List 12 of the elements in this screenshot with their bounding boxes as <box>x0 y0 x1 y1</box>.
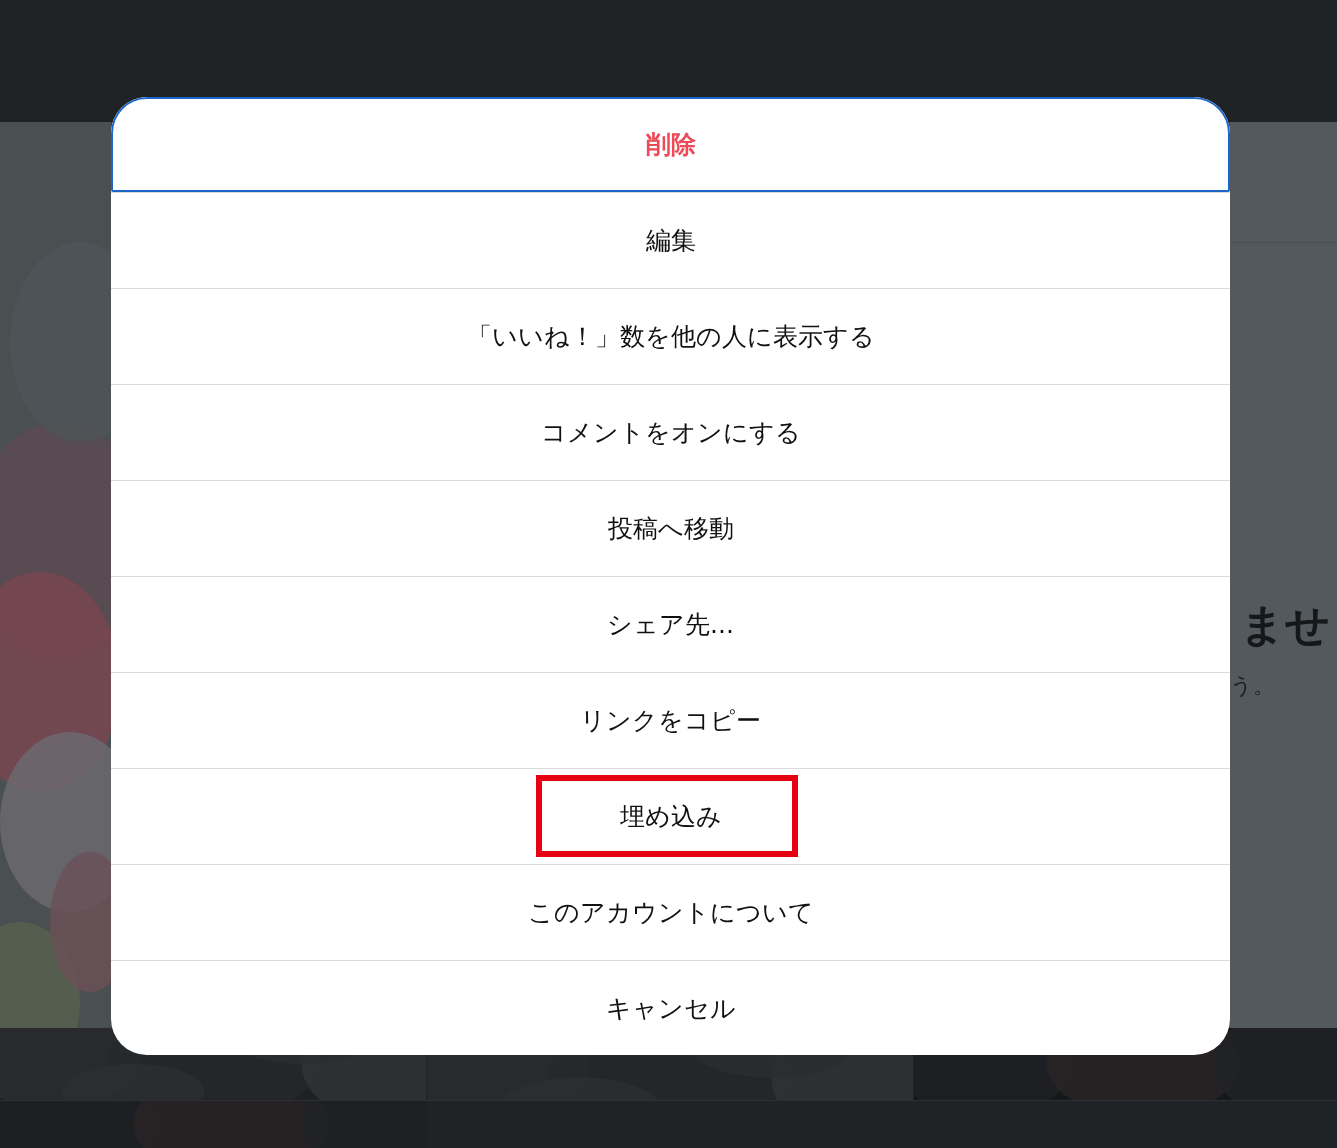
menu-item[interactable]: シェア先... <box>111 577 1230 672</box>
menu-item[interactable]: 編集 <box>111 193 1230 288</box>
menu-item[interactable]: キャンセル <box>111 961 1230 1055</box>
menu-item[interactable]: このアカウントについて <box>111 865 1230 960</box>
menu-item[interactable]: 埋め込み <box>111 769 1230 864</box>
body-text: う。 <box>1230 672 1276 700</box>
menu-item[interactable]: 削除 <box>111 97 1230 192</box>
heading-text: ませ <box>1239 603 1331 647</box>
menu-item[interactable]: コメントをオンにする <box>111 385 1230 480</box>
menu-item[interactable]: 投稿へ移動 <box>111 481 1230 576</box>
menu-item[interactable]: 「いいね！」数を他の人に表示する <box>111 289 1230 384</box>
menu-item[interactable]: リンクをコピー <box>111 673 1230 768</box>
